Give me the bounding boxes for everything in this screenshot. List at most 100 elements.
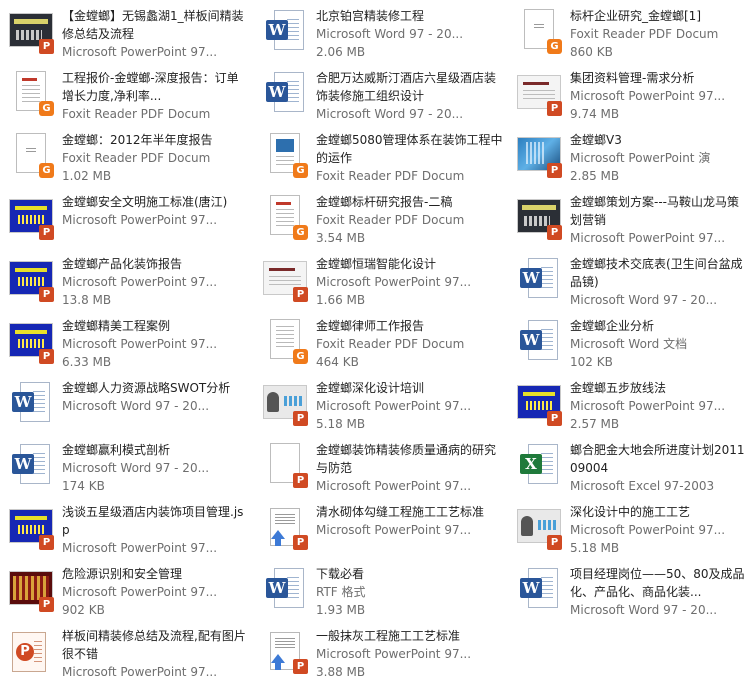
file-info: 标杆企业研究_金螳螂[1] Foxit Reader PDF Docum 860 K…: [570, 6, 746, 61]
file-info: 金螳螂五步放线法 Microsoft PowerPoint 97... 2.57 M…: [570, 378, 746, 433]
file-item[interactable]: X 螂合肥金大地会所进度计划201109004 Microsoft Excel 97…: [508, 438, 750, 500]
file-name[interactable]: 一般抹灰工程施工工艺标准: [316, 627, 504, 645]
file-size: 9.74 MB: [570, 107, 620, 121]
word-doc-icon: W: [8, 442, 56, 490]
file-name[interactable]: 金螳螂安全文明施工标准(唐江): [62, 193, 250, 211]
file-size: 464 KB: [316, 355, 359, 369]
file-item[interactable]: W 合肥万达威斯汀酒店六星级酒店装饰装修施工组织设计 Microsoft Word …: [254, 66, 508, 128]
file-type: Microsoft Word 97 - 20...: [62, 399, 210, 413]
file-item[interactable]: P 深化设计中的施工工艺 Microsoft PowerPoint 97... 5.1…: [508, 500, 750, 562]
file-name[interactable]: 样板间精装修总结及流程,配有图片很不错: [62, 627, 250, 663]
ppt-wizard-icon: P: [262, 628, 310, 676]
file-item[interactable]: W 金螳螂赢利模式剖析 Microsoft Word 97 - 20... 174 K…: [0, 438, 254, 500]
powerpoint-badge-icon: P: [547, 535, 562, 550]
file-name[interactable]: 浅谈五星级酒店内装饰项目管理.jsp: [62, 503, 250, 539]
file-name[interactable]: 金螳螂5080管理体系在装饰工程中的运作: [316, 131, 504, 167]
word-letter-icon: W: [520, 330, 542, 350]
file-item[interactable]: P 金螳螂策划方案---马鞍山龙马策划营销 Microsoft PowerPoint…: [508, 190, 750, 252]
file-item[interactable]: W 北京铂宫精装修工程 Microsoft Word 97 - 20... 2.06 …: [254, 4, 508, 66]
file-type: Microsoft PowerPoint 97...: [570, 399, 726, 413]
file-name[interactable]: 金螳螂企业分析: [570, 317, 746, 335]
file-info: 金螳螂策划方案---马鞍山龙马策划营销 Microsoft PowerPoint …: [570, 192, 746, 247]
file-name[interactable]: 【金螳螂】无锡蠡湖1_样板间精装修总结及流程: [62, 7, 250, 43]
file-name[interactable]: 金螳螂恒瑞智能化设计: [316, 255, 504, 273]
file-type: Foxit Reader PDF Docum: [62, 107, 211, 121]
word-letter-icon: W: [12, 392, 34, 412]
file-item[interactable]: P 金螳螂装饰精装修质量通病的研究与防范 Microsoft PowerPoint …: [254, 438, 508, 500]
file-name[interactable]: 金螳螂深化设计培训: [316, 379, 504, 397]
powerpoint-badge-icon: P: [293, 659, 308, 674]
file-item[interactable]: G 金螳螂律师工作报告 Foxit Reader PDF Docum 464 KB: [254, 314, 508, 376]
file-info: 深化设计中的施工工艺 Microsoft PowerPoint 97... 5.18…: [570, 502, 746, 557]
file-type: Microsoft Word 97 - 20...: [316, 107, 464, 121]
file-name[interactable]: 标杆企业研究_金螳螂[1]: [570, 7, 746, 25]
file-item[interactable]: P 金螳螂五步放线法 Microsoft PowerPoint 97... 2.57 …: [508, 376, 750, 438]
file-item[interactable]: P 金螳螂产品化装饰报告 Microsoft PowerPoint 97... 13.…: [0, 252, 254, 314]
file-item[interactable]: P 危险源识别和安全管理 Microsoft PowerPoint 97... 902…: [0, 562, 254, 624]
file-item[interactable]: P 【金螳螂】无锡蠡湖1_样板间精装修总结及流程 Microsoft PowerPo…: [0, 4, 254, 66]
powerpoint-badge-icon: P: [547, 411, 562, 426]
file-name[interactable]: 金螳螂V3: [570, 131, 746, 149]
file-info: 金螳螂V3 Microsoft PowerPoint 演 2.85 MB: [570, 130, 746, 185]
file-item[interactable]: G 金螳螂5080管理体系在装饰工程中的运作 Foxit Reader PDF Do…: [254, 128, 508, 190]
file-name[interactable]: 合肥万达威斯汀酒店六星级酒店装饰装修施工组织设计: [316, 69, 504, 105]
file-name[interactable]: 金螳螂策划方案---马鞍山龙马策划营销: [570, 193, 746, 229]
file-size: 3.54 MB: [316, 231, 366, 245]
file-item[interactable]: P 金螳螂精美工程案例 Microsoft PowerPoint 97... 6.33…: [0, 314, 254, 376]
up-arrow-icon: [271, 530, 285, 546]
file-item[interactable]: P 金螳螂安全文明施工标准(唐江) Microsoft PowerPoint 97.…: [0, 190, 254, 252]
file-item[interactable]: P 浅谈五星级酒店内装饰项目管理.jsp Microsoft PowerPoint …: [0, 500, 254, 562]
file-item[interactable]: G 工程报价-金螳螂-深度报告：订单增长力度,净利率... Foxit Reader…: [0, 66, 254, 128]
file-name[interactable]: 金螳螂人力资源战略SWOT分析: [62, 379, 250, 397]
file-name[interactable]: 北京铂宫精装修工程: [316, 7, 504, 25]
file-size: 102 KB: [570, 355, 613, 369]
file-item[interactable]: W 金螳螂技术交底表(卫生间台盆成品镜) Microsoft Word 97 - 2…: [508, 252, 750, 314]
file-name[interactable]: 深化设计中的施工工艺: [570, 503, 746, 521]
file-item[interactable]: P 金螳螂深化设计培训 Microsoft PowerPoint 97... 5.18…: [254, 376, 508, 438]
file-info: 金螳螂人力资源战略SWOT分析 Microsoft Word 97 - 20...: [62, 378, 250, 415]
pdf-page-cover-icon: G: [262, 132, 310, 180]
file-type: Microsoft PowerPoint 演: [570, 151, 711, 165]
file-name[interactable]: 金螳螂五步放线法: [570, 379, 746, 397]
file-item[interactable]: 样板间精装修总结及流程,配有图片很不错 Microsoft PowerPoint …: [0, 624, 254, 686]
file-item[interactable]: W 金螳螂企业分析 Microsoft Word 文档 102 KB: [508, 314, 750, 376]
file-size: 5.18 MB: [570, 541, 620, 555]
file-name[interactable]: 集团资料管理-需求分析: [570, 69, 746, 87]
file-name[interactable]: 金螳螂律师工作报告: [316, 317, 504, 335]
file-item[interactable]: W 金螳螂人力资源战略SWOT分析 Microsoft Word 97 - 20..…: [0, 376, 254, 438]
file-name[interactable]: 金螳螂：2012年半年度报告: [62, 131, 250, 149]
file-name[interactable]: 金螳螂产品化装饰报告: [62, 255, 250, 273]
file-name[interactable]: 金螳螂标杆研究报告-二稿: [316, 193, 504, 211]
pdf-page-lines-icon: G: [262, 318, 310, 366]
file-name[interactable]: 项目经理岗位——50、80及成品化、产品化、商品化装...: [570, 565, 746, 601]
file-name[interactable]: 危险源识别和安全管理: [62, 565, 250, 583]
file-name[interactable]: 工程报价-金螳螂-深度报告：订单增长力度,净利率...: [62, 69, 250, 105]
file-item[interactable]: W 项目经理岗位——50、80及成品化、产品化、商品化装... Microsoft …: [508, 562, 750, 624]
file-size: 2.57 MB: [570, 417, 620, 431]
file-name[interactable]: 金螳螂装饰精装修质量通病的研究与防范: [316, 441, 504, 477]
file-item[interactable]: P 金螳螂恒瑞智能化设计 Microsoft PowerPoint 97... 1.6…: [254, 252, 508, 314]
file-type: Microsoft PowerPoint 97...: [316, 399, 472, 413]
pdf-page-redhead-icon: G: [262, 194, 310, 242]
file-item[interactable]: P 清水砌体勾缝工程施工工艺标准 Microsoft PowerPoint 97..…: [254, 500, 508, 562]
file-name[interactable]: 金螳螂精美工程案例: [62, 317, 250, 335]
ppt-thumb-blue-icon: P: [8, 504, 56, 552]
word-doc-icon: W: [516, 256, 564, 304]
ppt-thumb-blue-icon: P: [8, 256, 56, 304]
file-item[interactable]: W 下载必看 RTF 格式 1.93 MB: [254, 562, 508, 624]
file-item[interactable]: P 一般抹灰工程施工工艺标准 Microsoft PowerPoint 97... 3…: [254, 624, 508, 686]
file-list-grid: P 【金螳螂】无锡蠡湖1_样板间精装修总结及流程 Microsoft PowerPo…: [0, 0, 750, 695]
file-item[interactable]: P 金螳螂V3 Microsoft PowerPoint 演 2.85 MB: [508, 128, 750, 190]
file-item[interactable]: G 金螳螂：2012年半年度报告 Foxit Reader PDF Docum 1.0…: [0, 128, 254, 190]
ppt-thumb-greyphoto-icon: P: [516, 504, 564, 552]
file-item[interactable]: G 金螳螂标杆研究报告-二稿 Foxit Reader PDF Docum 3.54 …: [254, 190, 508, 252]
excel-letter-icon: X: [520, 454, 542, 474]
file-name[interactable]: 下载必看: [316, 565, 504, 583]
file-info: 北京铂宫精装修工程 Microsoft Word 97 - 20... 2.06 M…: [316, 6, 504, 61]
file-name[interactable]: 螂合肥金大地会所进度计划201109004: [570, 441, 746, 477]
file-name[interactable]: 清水砌体勾缝工程施工工艺标准: [316, 503, 504, 521]
file-item[interactable]: G 标杆企业研究_金螳螂[1] Foxit Reader PDF Docum 860 …: [508, 4, 750, 66]
file-name[interactable]: 金螳螂技术交底表(卫生间台盆成品镜): [570, 255, 746, 291]
file-name[interactable]: 金螳螂赢利模式剖析: [62, 441, 250, 459]
file-item[interactable]: P 集团资料管理-需求分析 Microsoft PowerPoint 97... 9.…: [508, 66, 750, 128]
